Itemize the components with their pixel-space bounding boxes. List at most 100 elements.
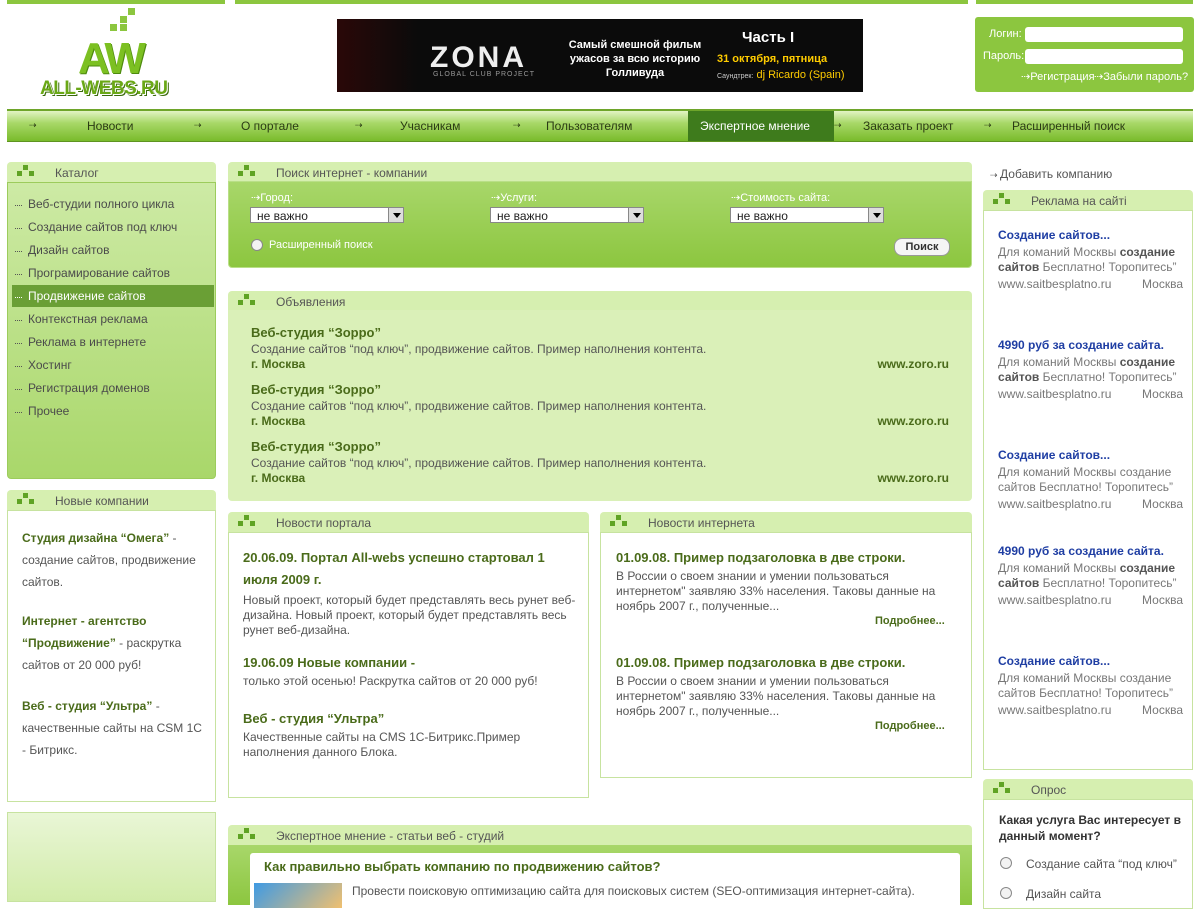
expert-article-title[interactable]: Как правильно выбрать компанию по продви… [264,859,660,874]
password-label: Пароль: [983,50,1025,62]
right-ad-domain[interactable]: www.saitbesplatno.ru [998,387,1111,401]
ad-item[interactable]: Веб-студия “Зорро” Создание сайтов “под к… [251,325,949,371]
forgot-password-link[interactable]: ⇢Забыли пароль? [1094,70,1188,83]
catalog-item[interactable]: Програмирование сайтов [28,266,170,280]
nav-item-advanced-search[interactable]: Расширенный поиск [1012,119,1125,133]
poll-option-radio[interactable] [1000,887,1012,899]
price-select[interactable]: не важно [730,207,884,223]
right-ad-domain[interactable]: www.saitbesplatno.ru [998,277,1111,291]
news-body: В России о своем знании и умении пользов… [616,674,936,718]
ad-item[interactable]: Веб-студия “Зорро” Создание сайтов “под к… [251,439,949,485]
nav-item-news[interactable]: Новости [87,119,133,133]
right-ad-item[interactable]: Создание сайтов... Для команий Москвы соз… [998,448,1183,512]
nav-item-users[interactable]: Пользователям [546,119,632,133]
ad-site-link[interactable]: www.zoro.ru [877,471,949,485]
right-ad-text-part: Для команий Москвы [998,561,1120,575]
news-item[interactable]: 01.09.08. Пример подзаголовка в две стро… [616,547,951,614]
news-body: Новый проект, который будет представлять… [243,593,576,637]
right-ad-title[interactable]: 4990 руб за создание сайта. [998,338,1183,353]
ad-banner[interactable]: ZONA GLOBAL CLUB PROJECT Самый смешной ф… [337,19,863,92]
services-select[interactable]: не важно [490,207,644,223]
ads-title: Объявления [276,295,346,309]
search-button[interactable]: Поиск [894,238,950,256]
catalog-item[interactable]: Реклама в интернете [28,335,146,349]
ad-item[interactable]: Веб-студия “Зорро” Создание сайтов “под к… [251,382,949,428]
site-logo[interactable]: AW ALL-WEBS.RU [40,8,190,103]
right-ad-domain[interactable]: www.saitbesplatno.ru [998,593,1111,607]
catalog-item[interactable]: Прочее [28,404,69,418]
news-body: Качественные сайты на CMS 1С-Битрикс.При… [243,730,521,759]
banner-date: 31 октября, пятница [717,53,828,65]
city-select[interactable]: не важно [250,207,404,223]
right-ad-domain[interactable]: www.saitbesplatno.ru [998,703,1111,717]
right-ad-title[interactable]: Создание сайтов... [998,228,1183,243]
news-item[interactable]: 19.06.09 Новые компании - только этой осе… [243,652,578,689]
catalog-item[interactable]: Продвижение сайтов [28,289,146,303]
company-name[interactable]: Веб - студия “Ультра” [22,699,152,713]
chevron-down-icon [388,208,403,222]
expert-box: Как правильно выбрать компанию по продви… [228,845,972,913]
ad-site-link[interactable]: www.zoro.ru [877,357,949,371]
news-headline[interactable]: Веб - студия “Ультра” [243,708,578,730]
ad-site-link[interactable]: www.zoro.ru [877,414,949,428]
right-ad-title[interactable]: Создание сайтов... [998,654,1183,669]
news-headline[interactable]: 19.06.09 Новые компании - [243,652,578,674]
poll-option-label: Создание сайта “под ключ” [1026,857,1177,871]
banner-art [337,19,417,92]
squares-icon [17,165,35,179]
news-item[interactable]: Веб - студия “Ультра” Качественные сайты … [243,708,578,760]
right-ad-item[interactable]: 4990 руб за создание сайта. Для команий М… [998,544,1183,608]
right-ad-title[interactable]: 4990 руб за создание сайта. [998,544,1183,559]
nav-item-about[interactable]: О портале [241,119,299,133]
ad-title[interactable]: Веб-студия “Зорро” [251,439,949,454]
news-headline[interactable]: 01.09.08. Пример подзаголовка в две стро… [616,652,951,674]
news-item[interactable]: 01.09.08. Пример подзаголовка в две стро… [616,652,951,719]
company-entry[interactable]: Веб - студия “Ультра” - качественные сай… [22,695,207,761]
catalog-item[interactable]: Контекстная реклама [28,312,148,326]
right-ad-city: Москва [1142,593,1183,607]
ad-title[interactable]: Веб-студия “Зорро” [251,325,949,340]
article-thumbnail[interactable] [254,883,342,908]
nav-item-order[interactable]: Заказать проект [863,119,953,133]
right-ad-domain[interactable]: www.saitbesplatno.ru [998,497,1111,511]
company-entry[interactable]: Интернет - агентство “Продвижение” - рас… [22,610,207,676]
right-ad-item[interactable]: Создание сайтов... Для команий Москвы соз… [998,228,1183,292]
dotted-bullet [15,412,22,413]
dotted-bullet [15,343,22,344]
search-title: Поиск интернет - компании [276,166,428,180]
login-input[interactable] [1025,27,1183,42]
company-entry[interactable]: Студия дизайна “Омега” - создание сайтов… [22,527,207,593]
catalog-item[interactable]: Дизайн сайтов [28,243,109,257]
nav-item-participants[interactable]: Учасникам [400,119,460,133]
price-label-text: Стоимость сайта: [740,192,831,204]
company-name[interactable]: Студия дизайна “Омега” [22,531,169,545]
add-company-link[interactable]: ⇢ Добавить компанию [990,167,1112,181]
arrow-icon: ⇢ [834,120,842,130]
catalog-item[interactable]: Регистрация доменов [28,381,150,395]
news-item[interactable]: 20.06.09. Портал All-webs успешно старто… [243,547,578,638]
right-ad-footer: www.saitbesplatno.ru Москва [998,277,1183,292]
password-input[interactable] [1025,49,1183,64]
nav-item-expert[interactable]: Экспертное мнение [688,111,834,141]
right-ad-item[interactable]: Создание сайтов... Для команий Москвы соз… [998,654,1183,718]
read-more-link[interactable]: Подробнее... [875,615,945,627]
ad-title[interactable]: Веб-студия “Зорро” [251,382,949,397]
poll-option-radio[interactable] [1000,857,1012,869]
news-headline[interactable]: 01.09.08. Пример подзаголовка в две стро… [616,547,951,569]
banner-brand: ZONA [430,41,527,74]
catalog-header: Каталог [7,162,216,184]
ad-desc: Создание сайтов “под ключ”, продвижение … [251,399,707,413]
arrow-icon: ⇢ [984,120,992,130]
catalog-item[interactable]: Веб-студии полного цикла [28,197,174,211]
catalog-item[interactable]: Хостинг [28,358,72,372]
right-ad-title[interactable]: Создание сайтов... [998,448,1183,463]
register-link[interactable]: ⇢Регистрация [1021,70,1095,83]
advanced-search-radio[interactable] [251,239,263,251]
right-ad-item[interactable]: 4990 руб за создание сайта. Для команий М… [998,338,1183,402]
catalog-item[interactable]: Создание сайтов под ключ [28,220,177,234]
news-headline[interactable]: 20.06.09. Портал All-webs успешно старто… [243,547,578,591]
dotted-bullet [15,274,22,275]
read-more-link[interactable]: Подробнее... [875,720,945,732]
right-ad-city: Москва [1142,387,1183,401]
banner-text: Самый смешной фильм ужасов за всю истори… [568,39,702,79]
